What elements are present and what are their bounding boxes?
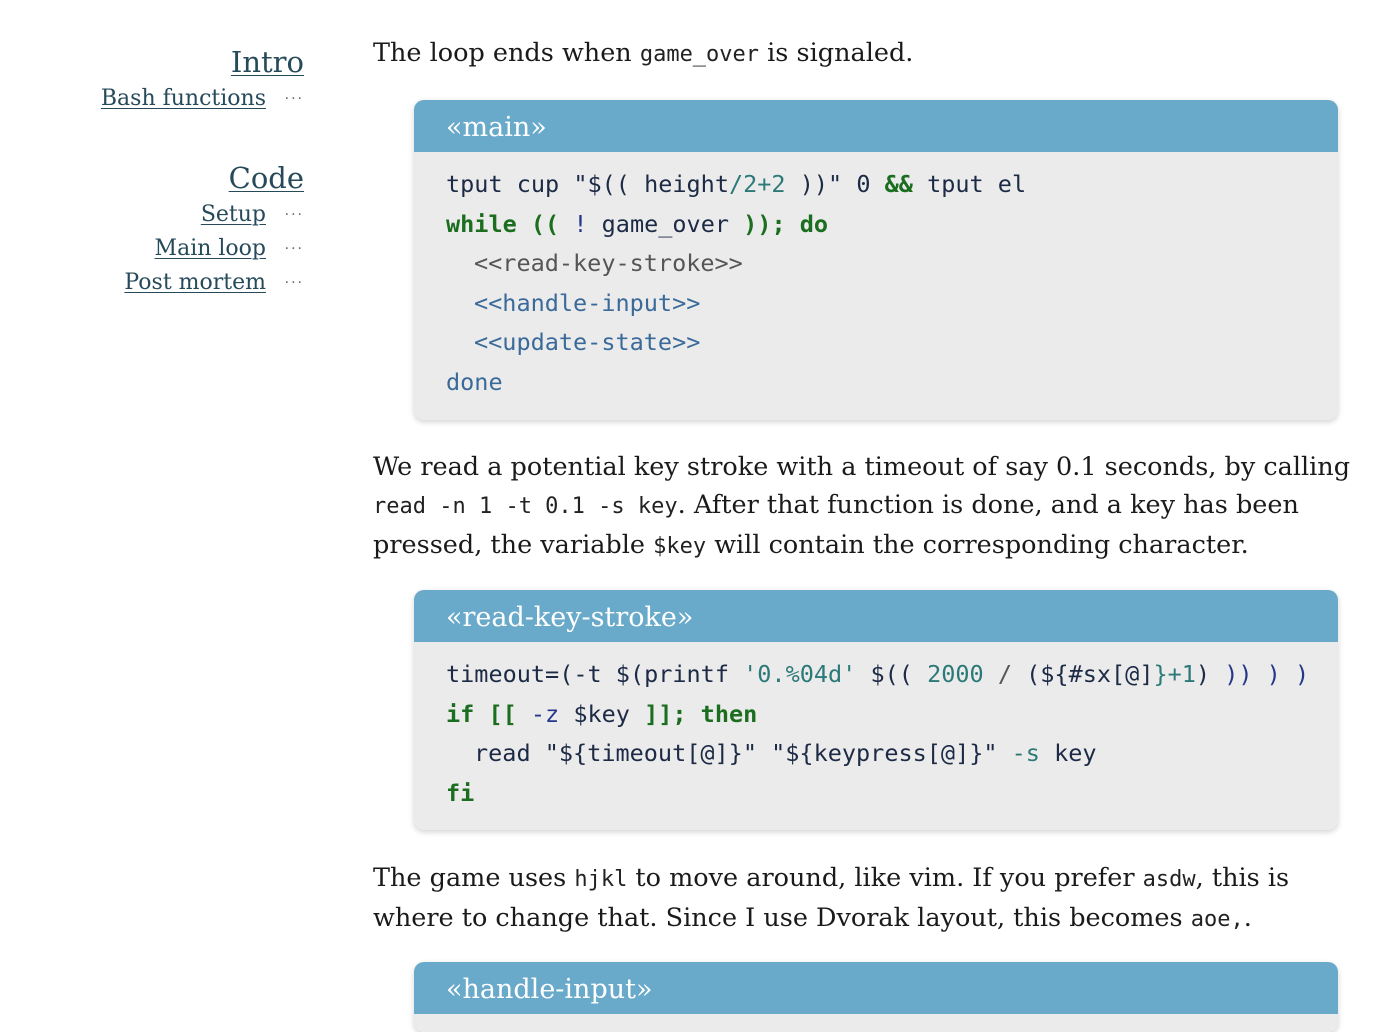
code-token: $key	[573, 699, 630, 728]
code-token: tput	[446, 170, 503, 198]
code-token: ]];	[629, 699, 687, 728]
code-token: 0	[842, 170, 885, 198]
nav-link[interactable]: Setup	[201, 202, 266, 227]
code-token: then	[686, 699, 758, 728]
code-token: read	[474, 739, 545, 767]
code-token: -s	[997, 739, 1040, 767]
code-token: &&	[884, 170, 913, 198]
nav-item-setup[interactable]: Setup ···	[124, 198, 304, 232]
nav-heading-intro[interactable]: Intro	[101, 42, 304, 82]
code-token: timeout	[446, 660, 546, 688]
code-token: ))"	[785, 170, 843, 198]
code-token: do	[785, 209, 829, 238]
code-line: <<update-state>>	[474, 328, 701, 356]
code-token: )	[1252, 660, 1281, 688]
nav-item-post-mortem[interactable]: Post mortem ···	[124, 266, 304, 300]
code-token: ));	[729, 209, 786, 238]
code-token: ))	[1210, 660, 1253, 688]
inline-code: hjkl	[574, 867, 628, 892]
nav-link[interactable]: Main loop	[155, 236, 266, 261]
code-token: [[	[474, 699, 517, 728]
code-token: #sx[@]	[1068, 660, 1154, 688]
code-token: '0.%04d'	[743, 660, 857, 688]
code-line: done	[446, 367, 503, 396]
nav-item-main-loop[interactable]: Main loop ···	[124, 232, 304, 266]
nav-link[interactable]: Bash functions	[101, 86, 266, 111]
code-block-title: «read-key-stroke»	[414, 590, 1338, 642]
code-block-title: «main»	[414, 100, 1338, 152]
code-token: )	[1280, 660, 1310, 688]
inline-code: $key	[653, 534, 707, 559]
code-token: $((	[856, 660, 913, 688]
code-token: "${timeout[@]}"	[544, 739, 757, 767]
code-token: game_over	[601, 209, 729, 238]
code-line: read "${timeout[@]}" "${keypress[@]}" -s…	[446, 734, 1338, 774]
code-token: key	[1039, 739, 1097, 767]
code-token: -z	[516, 699, 574, 728]
nav-group-code: Code Setup ··· Main loop ··· Post mortem ··…	[124, 158, 304, 300]
code-token: !	[559, 209, 602, 238]
text: We read a potential key stroke with a ti…	[373, 452, 1351, 482]
code-block-title: «handle-input»	[414, 962, 1338, 1014]
inline-code: aoe,	[1190, 907, 1244, 932]
nav-heading-code[interactable]: Code	[124, 158, 304, 198]
text: The game uses	[373, 863, 575, 893]
code-block-read-key-stroke: «read-key-stroke» timeout=(-t $(printf '…	[414, 590, 1338, 830]
code-token: cup	[502, 170, 574, 198]
code-block-handle-input: «handle-input»	[414, 962, 1338, 1032]
code-token: )	[1195, 660, 1211, 688]
code-token: =(-t	[545, 660, 616, 688]
code-token: /	[983, 660, 1027, 688]
code-token: tput el	[912, 170, 1027, 198]
code-line: timeout=(-t $(printf '0.%04d' $(( 2000 /…	[446, 655, 1338, 695]
code-token: "${keypress[@]}"	[771, 739, 998, 767]
paragraph-game-keys: The game uses hjkl to move around, like …	[373, 859, 1368, 939]
text: to move around, like vim. If you prefer	[627, 863, 1143, 893]
code-token: "$((	[573, 170, 630, 198]
code-line: while (( ! game_over )); do	[446, 205, 1338, 245]
code-token: height	[629, 170, 729, 198]
text: will contain the corresponding character…	[706, 530, 1249, 560]
text: The loop ends when	[373, 38, 640, 68]
text: .	[1243, 903, 1252, 933]
code-token: $(printf	[615, 660, 744, 688]
text: is signaled.	[759, 38, 914, 68]
code-token: ((	[516, 209, 560, 238]
dots-icon: ···	[284, 275, 304, 291]
code-line: fi	[446, 778, 475, 807]
code-line: <<handle-input>>	[474, 288, 701, 317]
paragraph-read-key: We read a potential key stroke with a ti…	[373, 448, 1368, 566]
inline-code: read -n 1 -t 0.1 -s key	[373, 494, 678, 519]
code-token: 2000	[912, 660, 984, 688]
code-token: if	[446, 699, 475, 728]
code-body: timeout=(-t $(printf '0.%04d' $(( 2000 /…	[414, 642, 1338, 826]
dots-icon: ···	[284, 207, 304, 223]
paragraph-loop-ends: The loop ends when game_over is signaled…	[373, 34, 1368, 74]
code-body: tput cup "$(( height/2+2 ))" 0 && tput e…	[414, 152, 1338, 415]
code-line: <<read-key-stroke>>	[474, 249, 743, 277]
nav-link[interactable]: Post mortem	[124, 270, 266, 295]
dots-icon: ···	[284, 241, 304, 257]
inline-code: game_over	[639, 42, 760, 67]
dots-icon: ···	[284, 91, 304, 107]
nav-item-bash-functions[interactable]: Bash functions ···	[101, 82, 304, 116]
inline-code: asdw	[1142, 867, 1196, 892]
code-line: if [[ -z $key ]]; then	[446, 695, 1338, 735]
nav-group-intro: Intro Bash functions ···	[101, 42, 304, 116]
code-block-main: «main» tput cup "$(( height/2+2 ))" 0 &&…	[414, 100, 1338, 420]
code-line: tput cup "$(( height/2+2 ))" 0 && tput e…	[446, 165, 1338, 205]
code-token: while	[446, 209, 517, 238]
code-token: /2+2	[728, 170, 786, 198]
code-token: }+1	[1153, 660, 1196, 688]
code-token: (${	[1026, 660, 1069, 688]
